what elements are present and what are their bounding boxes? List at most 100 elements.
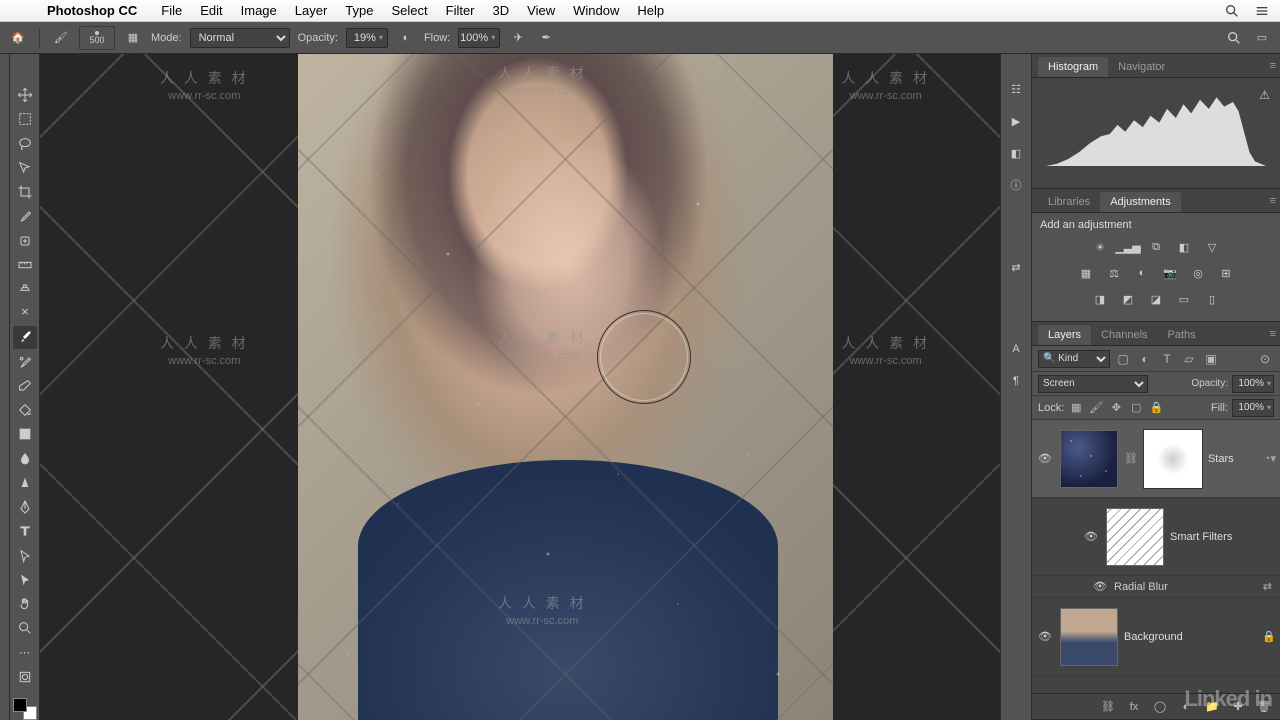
new-adjustment-icon[interactable]: ◐: [1178, 699, 1194, 715]
lock-position-icon[interactable]: ✥: [1108, 400, 1124, 416]
blend-mode-select[interactable]: Normal: [190, 28, 290, 48]
menu-select[interactable]: Select: [382, 3, 436, 18]
pressure-size-icon[interactable]: ✒: [536, 28, 556, 48]
filter-shape-icon[interactable]: ▱: [1180, 350, 1198, 368]
layer-name[interactable]: Background: [1124, 631, 1256, 643]
zoom-tool-icon[interactable]: [13, 617, 37, 639]
tab-navigator[interactable]: Navigator: [1108, 57, 1175, 77]
adj-posterize-icon[interactable]: ◩: [1118, 289, 1138, 309]
lock-all-icon[interactable]: 🔒: [1148, 400, 1164, 416]
search-icon[interactable]: [1226, 30, 1242, 46]
visibility-toggle-icon[interactable]: 👁: [1036, 630, 1054, 643]
histogram-warning-icon[interactable]: ⚠: [1259, 88, 1270, 102]
layer-blend-mode[interactable]: Screen: [1038, 375, 1148, 393]
lock-artboard-icon[interactable]: ▢: [1128, 400, 1144, 416]
adj-levels-icon[interactable]: ▁▃▅: [1118, 237, 1138, 257]
layer-filter-kind[interactable]: 🔍 Kind: [1038, 350, 1110, 368]
layer-fx-icon[interactable]: fx: [1126, 699, 1142, 715]
adj-hue-icon[interactable]: ▦: [1076, 263, 1096, 283]
hand-tool-icon[interactable]: [13, 593, 37, 615]
edit-toolbar-icon[interactable]: ⋯: [13, 641, 37, 663]
filter-options-icon[interactable]: ⇄: [1263, 580, 1272, 593]
eraser-tool-icon[interactable]: [13, 375, 37, 397]
menu-view[interactable]: View: [518, 3, 564, 18]
menu-filter[interactable]: Filter: [437, 3, 484, 18]
tab-layers[interactable]: Layers: [1038, 325, 1091, 345]
layer-thumbnail[interactable]: [1060, 608, 1118, 666]
lock-pixels-icon[interactable]: 🖌: [1088, 400, 1104, 416]
filter-toggle-icon[interactable]: ⊙: [1256, 350, 1274, 368]
filter-type-icon[interactable]: T: [1158, 350, 1176, 368]
healing-brush-tool-icon[interactable]: [13, 229, 37, 251]
brush-tool-indicator-icon[interactable]: 🖌: [51, 28, 71, 48]
spotlight-icon[interactable]: [1224, 3, 1240, 19]
airbrush-icon[interactable]: ✈: [508, 28, 528, 48]
menu-file[interactable]: File: [152, 3, 191, 18]
visibility-toggle-icon[interactable]: 👁: [1036, 452, 1054, 465]
visibility-toggle-icon[interactable]: 👁: [1092, 580, 1108, 593]
tab-channels[interactable]: Channels: [1091, 325, 1157, 345]
dock-actions-icon[interactable]: ◧: [1005, 142, 1027, 164]
adj-curves-icon[interactable]: ⧉: [1146, 237, 1166, 257]
new-layer-icon[interactable]: ✚: [1230, 699, 1246, 715]
lasso-tool-icon[interactable]: [13, 132, 37, 154]
layer-mask-thumbnail[interactable]: [1144, 430, 1202, 488]
menu-list-icon[interactable]: [1254, 3, 1270, 19]
color-swatches[interactable]: [13, 698, 37, 720]
quick-mask-icon[interactable]: [13, 666, 37, 688]
filter-adjust-icon[interactable]: ◐: [1136, 350, 1154, 368]
adj-vibrance-icon[interactable]: ▽: [1202, 237, 1222, 257]
adj-exposure-icon[interactable]: ◧: [1174, 237, 1194, 257]
panel-menu-icon[interactable]: ≡: [1270, 60, 1276, 72]
filter-pixel-icon[interactable]: ▢: [1114, 350, 1132, 368]
brush-panel-toggle-icon[interactable]: ▦: [123, 28, 143, 48]
quick-select-tool-icon[interactable]: [13, 157, 37, 179]
visibility-toggle-icon[interactable]: 👁: [1082, 530, 1100, 543]
opacity-input[interactable]: 19%: [346, 28, 388, 48]
delete-layer-icon[interactable]: 🗑: [1256, 699, 1272, 715]
history-brush-tool-icon[interactable]: [13, 351, 37, 373]
layer-fill-input[interactable]: 100%: [1232, 399, 1274, 417]
adj-gradient-map-icon[interactable]: ▭: [1174, 289, 1194, 309]
menu-edit[interactable]: Edit: [191, 3, 231, 18]
panel-menu-icon[interactable]: ≡: [1270, 195, 1276, 207]
adj-photo-filter-icon[interactable]: 📷: [1160, 263, 1180, 283]
dock-properties-icon[interactable]: ⇄: [1005, 256, 1027, 278]
brush-tool-icon[interactable]: [13, 326, 37, 348]
tab-adjustments[interactable]: Adjustments: [1100, 192, 1181, 212]
red-eye-tool-icon[interactable]: [13, 302, 37, 324]
adj-threshold-icon[interactable]: ◪: [1146, 289, 1166, 309]
filter-smart-icon[interactable]: ▣: [1202, 350, 1220, 368]
blur-tool-icon[interactable]: [13, 448, 37, 470]
tab-paths[interactable]: Paths: [1158, 325, 1206, 345]
adj-bw-icon[interactable]: ◐: [1132, 263, 1152, 283]
pen-tool-icon[interactable]: [13, 496, 37, 518]
filter-mask-thumbnail[interactable]: [1106, 508, 1164, 566]
adj-balance-icon[interactable]: ⚖: [1104, 263, 1124, 283]
gradient-tool-icon[interactable]: [13, 423, 37, 445]
adj-mixer-icon[interactable]: ◎: [1188, 263, 1208, 283]
home-icon[interactable]: 🏠: [8, 28, 28, 48]
ruler-tool-icon[interactable]: [13, 254, 37, 276]
adj-brightness-icon[interactable]: ☀: [1090, 237, 1110, 257]
dock-info-icon[interactable]: ⓘ: [1005, 174, 1027, 196]
marquee-tool-icon[interactable]: [13, 108, 37, 130]
filter-name[interactable]: Radial Blur: [1114, 581, 1168, 593]
move-tool-icon[interactable]: [13, 84, 37, 106]
new-group-icon[interactable]: 📁: [1204, 699, 1220, 715]
layer-thumbnail[interactable]: [1060, 430, 1118, 488]
adj-lookup-icon[interactable]: ⊞: [1216, 263, 1236, 283]
crop-tool-icon[interactable]: [13, 181, 37, 203]
dock-play-icon[interactable]: ▶: [1005, 110, 1027, 132]
document-canvas[interactable]: 人 人 素 材www.rr-sc.com 人 人 素 材www.rr-sc.co…: [40, 54, 1000, 720]
direct-select-tool-icon[interactable]: [13, 569, 37, 591]
menu-3d[interactable]: 3D: [484, 3, 519, 18]
layer-opacity-input[interactable]: 100%: [1232, 375, 1274, 393]
foreground-color[interactable]: [13, 698, 27, 712]
menu-help[interactable]: Help: [628, 3, 673, 18]
tab-libraries[interactable]: Libraries: [1038, 192, 1100, 212]
tab-histogram[interactable]: Histogram: [1038, 57, 1108, 77]
dock-char-icon[interactable]: A: [1005, 338, 1027, 360]
adj-selective-icon[interactable]: ▯: [1202, 289, 1222, 309]
menu-type[interactable]: Type: [336, 3, 382, 18]
